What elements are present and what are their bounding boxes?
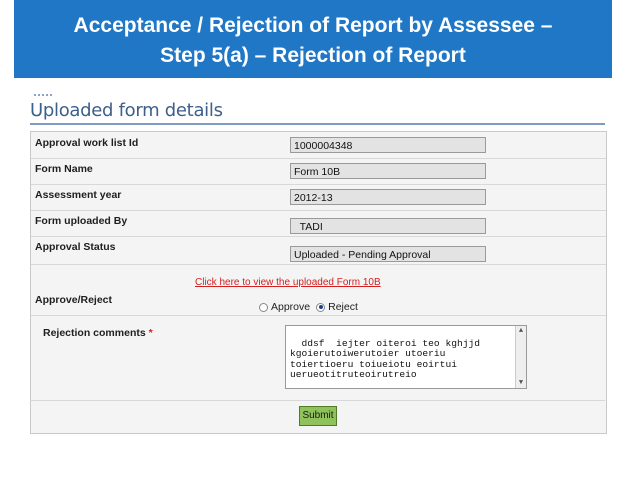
approve-radio-label[interactable]: Approve	[271, 301, 310, 313]
slide-title-line1: Acceptance / Rejection of Report by Asse…	[73, 14, 553, 37]
approve-reject-label: Approve/Reject	[35, 294, 113, 306]
reject-radio[interactable]	[316, 302, 326, 312]
row-assessment-year: Assessment year 2012-13	[31, 184, 606, 211]
page-title: Uploaded form details	[30, 100, 223, 121]
slide-title-line2: Step 5(a) – Rejection of Report	[160, 44, 466, 67]
approve-radio[interactable]	[259, 302, 268, 312]
approval-status-label: Approval Status	[35, 241, 116, 253]
approval-id-label: Approval work list Id	[35, 137, 139, 149]
textarea-scrollbar[interactable]: ▲ ▼	[515, 326, 526, 388]
view-uploaded-form-link[interactable]: Click here to view the uploaded Form 10B	[195, 277, 381, 288]
approve-reject-radio-group: Approve Reject	[259, 301, 364, 313]
assessment-year-label: Assessment year	[35, 189, 122, 201]
approval-status-field: Uploaded - Pending Approval	[290, 246, 486, 262]
row-approval-id: Approval work list Id 1000004348	[31, 132, 606, 159]
scroll-up-icon[interactable]: ▲	[516, 326, 526, 336]
slide-title-banner: Acceptance / Rejection of Report by Asse…	[14, 0, 612, 78]
rejection-comments-text: ddsf iejter oiteroi teo kghjjd kgoieruto…	[290, 337, 480, 380]
assessment-year-field: 2012-13	[290, 189, 486, 205]
rejection-comments-label: Rejection comments *	[43, 327, 153, 339]
row-uploaded-by: Form uploaded By TADI	[31, 210, 606, 237]
required-marker: *	[148, 327, 153, 339]
reject-radio-label[interactable]: Reject	[328, 301, 358, 313]
uploaded-by-label: Form uploaded By	[35, 215, 128, 227]
submit-button[interactable]: Submit	[299, 406, 337, 426]
scroll-down-icon[interactable]: ▼	[516, 378, 526, 388]
title-divider	[30, 123, 605, 125]
rejection-comments-textarea[interactable]: ddsf iejter oiteroi teo kghjjd kgoieruto…	[285, 325, 527, 389]
form-name-label: Form Name	[35, 163, 93, 175]
row-form-name: Form Name Form 10B	[31, 158, 606, 185]
row-approval-status: Approval Status Uploaded - Pending Appro…	[31, 236, 606, 265]
approval-id-field: 1000004348	[290, 137, 486, 153]
decorative-dots	[34, 94, 52, 98]
form-name-field: Form 10B	[290, 163, 486, 179]
uploaded-by-field: TADI	[290, 218, 486, 234]
